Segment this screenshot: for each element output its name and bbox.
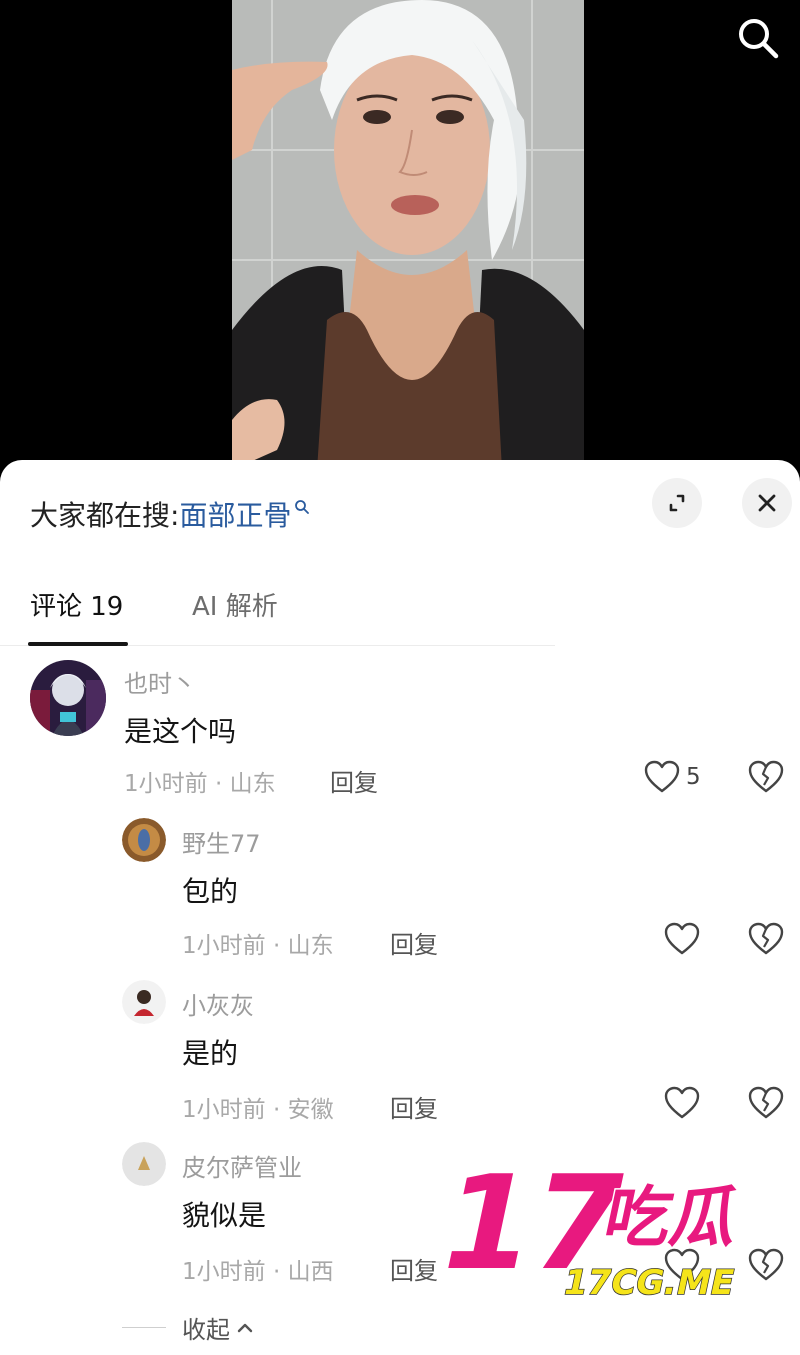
comment-meta: 1小时前 · 山东 bbox=[124, 771, 276, 797]
avatar[interactable] bbox=[122, 980, 166, 1024]
dislike-button[interactable] bbox=[748, 760, 784, 798]
active-tab-indicator bbox=[28, 642, 128, 646]
video-still-image bbox=[232, 0, 584, 470]
broken-heart-icon bbox=[748, 1248, 784, 1281]
avatar[interactable] bbox=[122, 818, 166, 862]
broken-heart-icon bbox=[748, 760, 784, 793]
heart-icon bbox=[664, 922, 700, 955]
hot-search-prefix: 大家都在搜: bbox=[30, 499, 180, 532]
reply-button[interactable]: 回复 bbox=[390, 1251, 438, 1286]
collapse-label: 收起 bbox=[182, 1316, 230, 1344]
video-player[interactable] bbox=[0, 0, 800, 470]
tab-comments[interactable]: 评论 19 bbox=[30, 586, 123, 623]
avatar-image bbox=[122, 980, 166, 1024]
expand-button[interactable] bbox=[652, 478, 702, 528]
comment-text: 是这个吗 bbox=[124, 715, 237, 748]
comment-text: 包的 bbox=[182, 875, 239, 908]
comment-author[interactable]: 皮尔萨管业 bbox=[182, 1148, 302, 1183]
video-frame bbox=[232, 0, 584, 470]
anime-avatar-image bbox=[30, 660, 106, 736]
comment-meta: 1小时前 · 山西 bbox=[182, 1259, 334, 1285]
avatar-image bbox=[122, 1142, 166, 1186]
hot-search-keyword[interactable]: 面部正骨 bbox=[179, 499, 291, 532]
comment-sheet: 大家都在搜:面部正骨 评论 19 AI 解析 也时丶 是这个吗 1小时前 · 山… bbox=[0, 460, 800, 1355]
dislike-button[interactable] bbox=[748, 1086, 784, 1124]
search-icon bbox=[295, 500, 310, 514]
heart-icon bbox=[664, 1248, 700, 1281]
heart-icon bbox=[644, 760, 680, 793]
comment-author[interactable]: 小灰灰 bbox=[182, 986, 254, 1021]
comment-meta: 1小时前 · 安徽 bbox=[182, 1097, 334, 1123]
tab-bar: 评论 19 AI 解析 bbox=[0, 578, 555, 646]
comment-text: 是的 bbox=[182, 1037, 239, 1070]
broken-heart-icon bbox=[748, 1086, 784, 1119]
comment-author[interactable]: 野生77 bbox=[182, 824, 261, 859]
broken-heart-icon bbox=[748, 922, 784, 955]
avatar[interactable] bbox=[30, 660, 106, 736]
reply-button[interactable]: 回复 bbox=[390, 925, 438, 960]
comment-author[interactable]: 也时丶 bbox=[124, 664, 196, 699]
heart-icon bbox=[664, 1086, 700, 1119]
collapse-replies-button[interactable]: 收起 bbox=[122, 1310, 254, 1345]
close-button[interactable] bbox=[742, 478, 792, 528]
chevron-up-icon bbox=[237, 1323, 253, 1332]
reply-button[interactable]: 回复 bbox=[330, 763, 378, 798]
expand-icon bbox=[669, 494, 685, 512]
comment-text: 貌似是 bbox=[182, 1199, 267, 1232]
like-button[interactable]: 5 bbox=[644, 760, 701, 794]
like-button[interactable] bbox=[664, 1086, 700, 1120]
close-icon bbox=[758, 494, 776, 512]
search-button[interactable] bbox=[734, 14, 782, 62]
reply-button[interactable]: 回复 bbox=[390, 1089, 438, 1124]
tab-ai-analysis[interactable]: AI 解析 bbox=[192, 586, 278, 623]
hot-search-hint[interactable]: 大家都在搜:面部正骨 bbox=[30, 494, 310, 534]
like-count: 5 bbox=[686, 764, 701, 790]
like-button[interactable] bbox=[664, 922, 700, 956]
avatar[interactable] bbox=[122, 1142, 166, 1186]
comment-meta: 1小时前 · 山东 bbox=[182, 933, 334, 959]
like-button[interactable] bbox=[664, 1248, 700, 1282]
dislike-button[interactable] bbox=[748, 922, 784, 960]
dislike-button[interactable] bbox=[748, 1248, 784, 1286]
avatar-image bbox=[122, 818, 166, 862]
search-icon bbox=[739, 19, 779, 59]
divider-line bbox=[122, 1327, 166, 1328]
